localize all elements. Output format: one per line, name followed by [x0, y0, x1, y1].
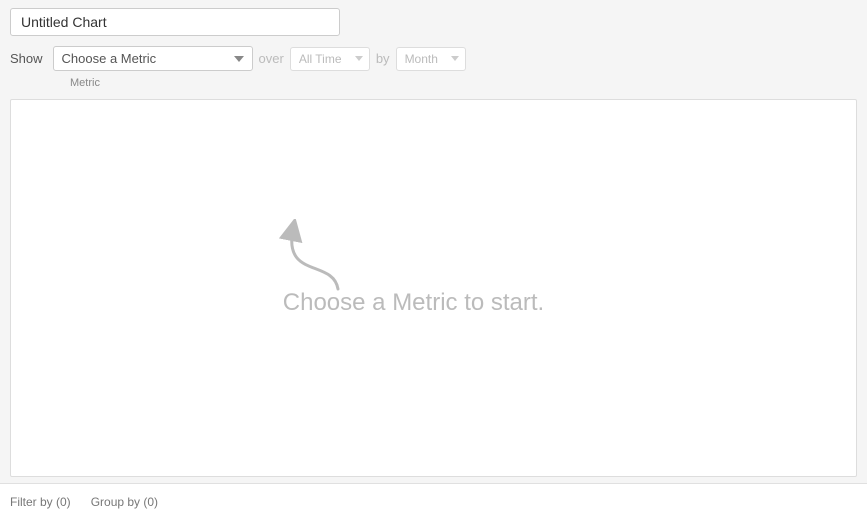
page-container: Show Choose a Metric over All TimeLast 7… — [0, 0, 867, 519]
over-label: over — [259, 51, 284, 66]
interval-select[interactable]: MonthWeekDayYear — [396, 47, 466, 71]
time-period-select[interactable]: All TimeLast 7 DaysLast 30 DaysLast 90 D… — [290, 47, 370, 71]
controls-bar: Show Choose a Metric over All TimeLast 7… — [0, 42, 867, 75]
by-label: by — [376, 51, 390, 66]
curved-arrow-icon — [263, 219, 363, 299]
chart-placeholder: Choose a Metric to start. — [263, 219, 544, 317]
title-bar — [0, 0, 867, 42]
metric-hint: Metric — [0, 75, 867, 95]
chart-title-input[interactable] — [10, 8, 340, 36]
group-by-button[interactable]: Group by (0) — [91, 495, 158, 509]
footer-bar: Filter by (0) Group by (0) — [0, 483, 867, 519]
chart-area: Choose a Metric to start. — [10, 99, 857, 477]
arrow-container — [263, 219, 363, 299]
show-label: Show — [10, 51, 43, 66]
metric-select[interactable]: Choose a Metric — [53, 46, 253, 71]
filter-by-button[interactable]: Filter by (0) — [10, 495, 71, 509]
